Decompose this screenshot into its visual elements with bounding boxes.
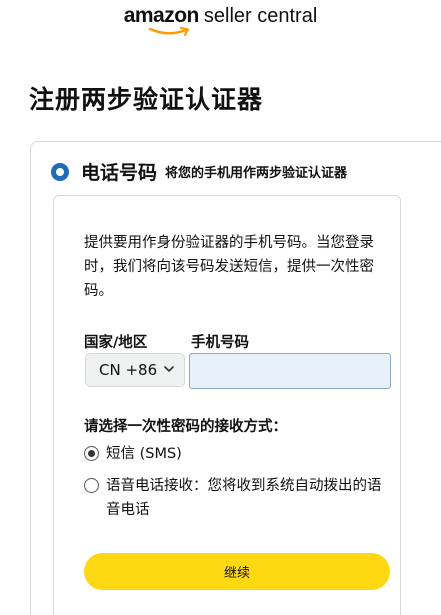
voice-call-radio-icon[interactable] <box>84 478 99 493</box>
delivery-method-label: 请选择一次性密码的接收方式： <box>84 419 287 435</box>
phone-number-option-card[interactable]: 电话号码 将您的手机用作两步验证认证器 提供要用作身份验证器的手机号码。当您登录… <box>30 141 441 615</box>
sms-option[interactable]: 短信 (SMS) <box>84 442 182 466</box>
amazon-seller-central-logo: amazon seller central <box>0 4 441 38</box>
country-code-value: CN +86 <box>99 361 158 379</box>
logo-product-text: seller central <box>203 5 318 27</box>
page: amazon seller central 注册两步验证认证器 电话号码 将您的手… <box>0 0 441 615</box>
continue-button[interactable]: 继续 <box>84 553 390 590</box>
phone-option-radio-icon[interactable] <box>51 162 69 181</box>
smile-arrow-icon <box>148 27 189 36</box>
phone-number-input[interactable] <box>189 353 391 389</box>
country-code-select[interactable]: CN +86 <box>85 353 185 387</box>
country-label: 国家/地区 <box>84 335 148 351</box>
page-title: 注册两步验证认证器 <box>29 85 264 114</box>
voice-call-option-label: 语音电话接收：您将收到系统自动拨出的语音电话 <box>106 478 382 518</box>
chevron-down-icon <box>164 366 174 372</box>
voice-call-option[interactable]: 语音电话接收：您将收到系统自动拨出的语音电话 <box>84 474 384 522</box>
sms-radio-icon[interactable] <box>84 446 99 461</box>
phone-setup-panel: 提供要用作身份验证器的手机号码。当您登录时，我们将向该号码发送短信，提供一次性密… <box>53 195 401 615</box>
phone-option-title: 电话号码 <box>81 162 158 184</box>
sms-option-label: 短信 (SMS) <box>106 446 182 462</box>
phone-option-header[interactable]: 电话号码 将您的手机用作两步验证认证器 <box>51 158 347 185</box>
logo-brand-text: amazon <box>123 4 200 27</box>
intro-text: 提供要用作身份验证器的手机号码。当您登录时，我们将向该号码发送短信，提供一次性密… <box>84 235 374 299</box>
phone-option-subtitle: 将您的手机用作两步验证认证器 <box>165 166 348 181</box>
phone-number-label: 手机号码 <box>191 335 249 351</box>
